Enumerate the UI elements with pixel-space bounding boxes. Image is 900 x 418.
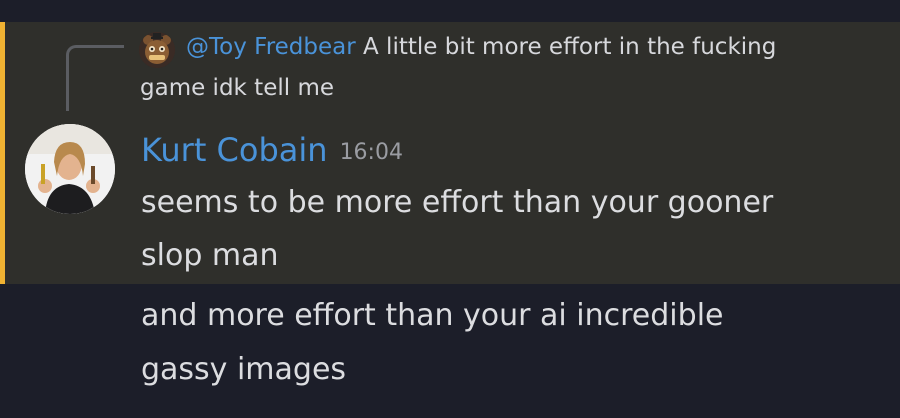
chat-background-top — [0, 0, 900, 22]
reply-preview-text-continued: game idk tell me — [140, 75, 334, 101]
followup-message-line: and more effort than your ai incredible — [141, 298, 724, 333]
reply-author-avatar[interactable] — [139, 32, 175, 68]
person-avatar-icon — [25, 124, 115, 214]
message-header: Kurt Cobain 16:04 — [141, 128, 403, 175]
reply-connector-line — [66, 45, 124, 111]
followup-message-line: gassy images — [141, 352, 347, 387]
username[interactable]: Kurt Cobain — [141, 131, 328, 169]
reply-author-mention[interactable]: @Toy Fredbear — [186, 34, 356, 60]
message-text-line: slop man — [141, 238, 279, 273]
message-text-line: seems to be more effort than your gooner — [141, 185, 774, 220]
mention-indicator-bar — [0, 22, 5, 284]
user-avatar[interactable] — [25, 124, 115, 214]
reply-preview-text: A little bit more effort in the fucking — [363, 34, 777, 60]
message-timestamp[interactable]: 16:04 — [340, 140, 403, 165]
reply-preview-line[interactable]: @Toy Fredbear A little bit more effort i… — [186, 30, 776, 64]
bear-avatar-icon — [139, 32, 175, 68]
